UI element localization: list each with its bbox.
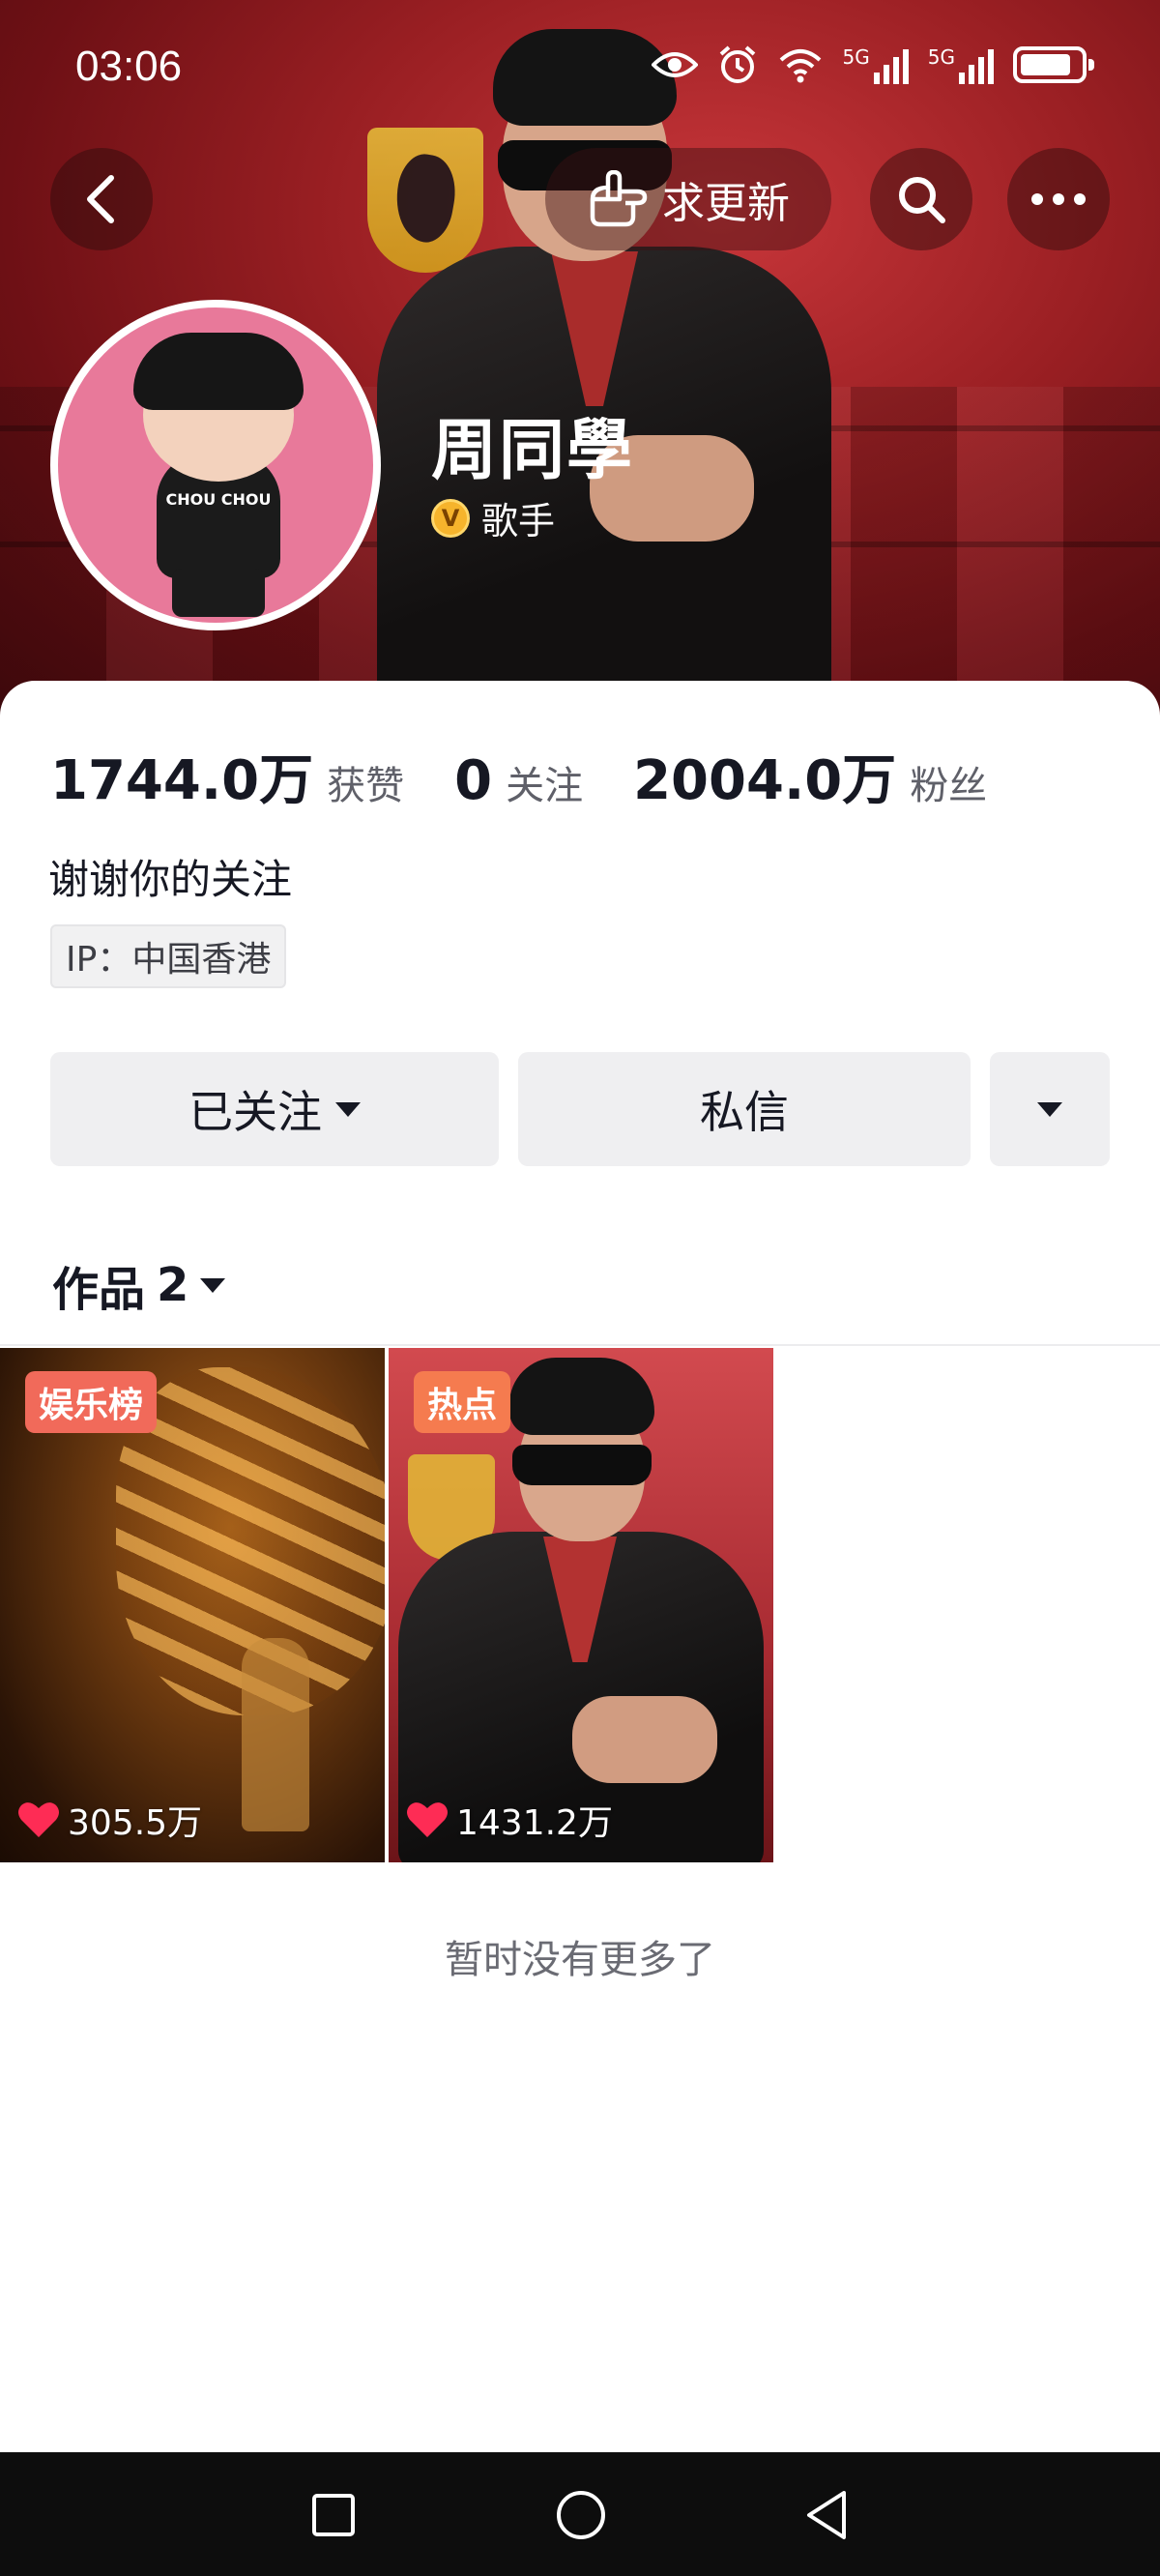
- thumbnail-performer: [242, 1638, 309, 1831]
- works-tab[interactable]: 作品 2: [52, 1251, 226, 1319]
- stat-following[interactable]: 0 关注: [454, 749, 583, 812]
- caret-down-icon: [335, 1101, 361, 1117]
- verified-label: V 歌手: [431, 491, 555, 544]
- likes-value: 305.5万: [68, 1803, 203, 1843]
- heart-icon: [18, 1802, 59, 1837]
- alarm-icon: [719, 45, 755, 83]
- eye-icon: [651, 52, 698, 77]
- verified-title: 歌手: [481, 500, 556, 542]
- message-label: 私信: [700, 1086, 789, 1138]
- more-icon: [1031, 193, 1086, 205]
- ranking-tag: 娱乐榜: [25, 1371, 158, 1433]
- request-update-button[interactable]: 求更新: [545, 148, 831, 250]
- signal-icon: 5G: [843, 45, 909, 84]
- stat-label: 关注: [506, 764, 584, 808]
- pointing-hand-icon: [590, 170, 648, 227]
- works-label: 作品: [52, 1263, 146, 1317]
- likes-count: 305.5万: [17, 1795, 202, 1845]
- avatar-hair: [133, 333, 304, 410]
- network-type: 5G: [927, 45, 955, 69]
- avatar-legs: [172, 569, 265, 617]
- video-thumbnail[interactable]: 热点 1431.2万: [389, 1348, 773, 1862]
- system-nav-bar: [0, 2452, 1160, 2576]
- network-type: 5G: [842, 45, 870, 69]
- signal-icon: 5G: [928, 45, 994, 84]
- avatar[interactable]: CHOU CHOU: [50, 300, 381, 630]
- stat-likes[interactable]: 1744.0万 获赞: [50, 737, 404, 815]
- square-icon: [312, 2494, 355, 2536]
- circle-icon: [557, 2491, 605, 2539]
- home-button[interactable]: [547, 2481, 615, 2549]
- divider: [0, 1344, 1160, 1346]
- back-icon: [87, 175, 114, 223]
- stat-label: 粉丝: [910, 764, 988, 808]
- likes-count: 1431.2万: [406, 1795, 613, 1845]
- battery-icon: [1013, 46, 1094, 83]
- status-icons: 5G 5G: [651, 44, 1094, 85]
- followed-label: 已关注: [188, 1086, 322, 1138]
- verified-badge-icon: V: [431, 498, 470, 538]
- no-more-content-text: 暂时没有更多了: [445, 1938, 715, 1982]
- heart-icon: [407, 1802, 448, 1837]
- photo-sunglasses: [512, 1445, 652, 1485]
- search-button[interactable]: [870, 148, 972, 250]
- profile-name: 周同學: [431, 413, 635, 489]
- stat-value: 2004.0万: [633, 749, 897, 812]
- hot-tag: 热点: [414, 1371, 511, 1433]
- ip-location-tag: IP：中国香港: [50, 924, 287, 988]
- stat-followers[interactable]: 2004.0万 粉丝: [633, 737, 987, 815]
- more-actions-dropdown[interactable]: [990, 1052, 1110, 1166]
- profile-content: 1744.0万 获赞 0 关注 2004.0万 粉丝 谢谢你的关注 IP：中国香…: [0, 681, 1160, 2452]
- stat-value: 1744.0万: [50, 749, 314, 812]
- status-bar: 03:06 5G 5G: [0, 0, 1160, 145]
- photo-hair: [509, 1358, 654, 1435]
- battery-fill: [1021, 54, 1070, 75]
- recent-apps-button[interactable]: [300, 2481, 367, 2549]
- works-count: 2: [157, 1258, 189, 1312]
- photo-hands: [572, 1696, 717, 1783]
- stats-row: 1744.0万 获赞 0 关注 2004.0万 粉丝: [50, 737, 1037, 815]
- followed-button[interactable]: 已关注: [50, 1052, 499, 1166]
- request-update-label: 求更新: [662, 179, 790, 228]
- profile-header: 03:06 5G 5G 求更新 CHOU CHOU 周同學 V 歌手: [0, 0, 1160, 716]
- status-time: 03:06: [75, 43, 183, 90]
- video-thumbnail[interactable]: 娱乐榜 305.5万: [0, 1348, 385, 1862]
- caret-down-icon: [1037, 1101, 1062, 1117]
- stat-value: 0: [454, 749, 493, 812]
- caret-down-icon: [200, 1277, 226, 1293]
- back-button[interactable]: [50, 148, 153, 250]
- search-icon: [899, 177, 945, 223]
- stat-label: 获赞: [327, 764, 405, 808]
- bio-text: 谢谢你的关注: [48, 856, 293, 903]
- system-back-button[interactable]: [793, 2481, 860, 2549]
- more-button[interactable]: [1007, 148, 1110, 250]
- message-button[interactable]: 私信: [518, 1052, 971, 1166]
- triangle-back-icon: [807, 2491, 846, 2539]
- likes-value: 1431.2万: [456, 1803, 613, 1843]
- avatar-shirt-text: CHOU CHOU: [165, 490, 272, 509]
- wifi-icon: [779, 49, 821, 83]
